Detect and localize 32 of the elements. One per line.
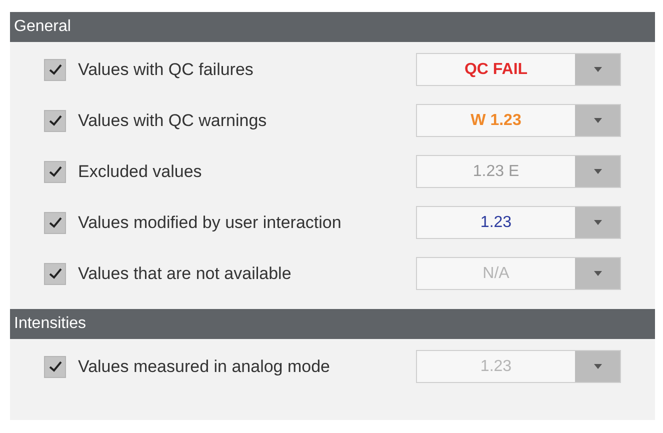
checkbox[interactable] bbox=[44, 58, 66, 80]
checkmark-icon bbox=[48, 115, 62, 126]
option-label: Values that are not available bbox=[78, 264, 292, 284]
checkbox[interactable] bbox=[44, 160, 66, 182]
value-dropdown[interactable]: 1.23 bbox=[416, 350, 621, 383]
value-dropdown[interactable]: QC FAIL bbox=[416, 53, 621, 86]
value-dropdown[interactable]: W 1.23 bbox=[416, 104, 621, 137]
caret-icon bbox=[594, 67, 602, 72]
caret-icon bbox=[594, 220, 602, 225]
checkmark-icon bbox=[48, 166, 62, 177]
caret-icon bbox=[594, 364, 602, 369]
caret-icon bbox=[594, 169, 602, 174]
option-label: Values with QC failures bbox=[78, 60, 254, 80]
option-label: Values modified by user interaction bbox=[78, 212, 342, 232]
checkbox[interactable] bbox=[44, 356, 66, 378]
section-header: General bbox=[10, 12, 655, 42]
option-label: Values with QC warnings bbox=[78, 110, 268, 130]
section-header: Intensities bbox=[10, 309, 655, 339]
checkmark-icon bbox=[48, 361, 62, 372]
value-dropdown[interactable]: 1.23 bbox=[416, 206, 621, 239]
checkmark-icon bbox=[48, 217, 62, 228]
caret-icon bbox=[594, 118, 602, 123]
option-label: Excluded values bbox=[78, 162, 203, 182]
checkmark-icon bbox=[48, 64, 62, 75]
value-dropdown[interactable]: 1.23 E bbox=[416, 155, 621, 188]
caret-icon bbox=[594, 271, 602, 276]
checkbox[interactable] bbox=[44, 110, 66, 132]
checkmark-icon bbox=[48, 268, 62, 279]
checkbox[interactable] bbox=[44, 262, 66, 284]
option-label: Values measured in analog mode bbox=[78, 356, 332, 376]
checkbox[interactable] bbox=[44, 212, 66, 234]
value-dropdown[interactable]: N/A bbox=[416, 257, 621, 290]
